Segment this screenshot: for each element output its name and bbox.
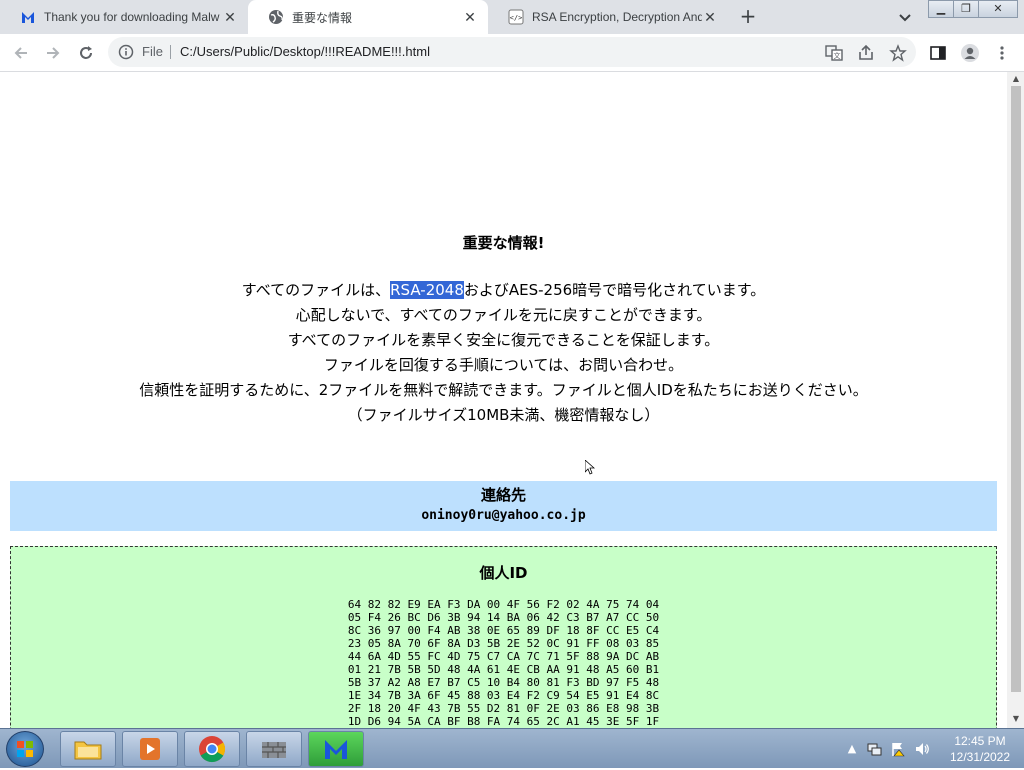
message-line: 信頼性を証明するために、2ファイルを無料で解読できます。ファイルと個人IDを私た… (139, 381, 868, 399)
reload-button[interactable] (73, 41, 99, 65)
windows-taskbar: ▲ 12:45 PM 12/31/2022 (0, 728, 1024, 768)
personal-id-hex[interactable]: 64 82 82 E9 EA F3 DA 00 4F 56 F2 02 4A 7… (11, 598, 996, 728)
forward-button[interactable] (40, 41, 66, 65)
close-icon[interactable]: ✕ (462, 9, 478, 25)
browser-toolbar: File C:/Users/Public/Desktop/!!!README!!… (0, 34, 1024, 72)
message-line: （ファイルサイズ10MB未満、機密情報なし） (347, 406, 660, 424)
taskbar-clock[interactable]: 12:45 PM 12/31/2022 (940, 733, 1020, 765)
close-icon[interactable]: ✕ (222, 9, 238, 25)
scroll-down-arrow-icon[interactable]: ▼ (1011, 714, 1021, 724)
message-line: 心配しないで、すべてのファイルを元に戻すことができます。 (295, 306, 712, 324)
message-text: およびAES-256暗号で暗号化されています。 (463, 281, 766, 299)
chrome-icon[interactable] (184, 731, 240, 767)
close-icon[interactable]: ✕ (702, 9, 718, 25)
volume-icon[interactable] (914, 741, 930, 757)
back-button[interactable] (8, 41, 34, 65)
firewall-icon[interactable] (246, 731, 302, 767)
tab-rsa-encryption[interactable]: </> RSA Encryption, Decryption And ✕ (488, 0, 728, 34)
star-icon[interactable] (888, 43, 908, 63)
clock-date: 12/31/2022 (949, 750, 1011, 764)
network-icon[interactable] (866, 741, 882, 757)
tab-label: 重要な情報 (292, 10, 353, 25)
tab-malwarebytes[interactable]: Thank you for downloading Malw ✕ (0, 0, 248, 34)
malwarebytes-icon[interactable] (308, 731, 364, 767)
file-explorer-icon[interactable] (60, 731, 116, 767)
address-bar[interactable]: File C:/Users/Public/Desktop/!!!README!!… (108, 37, 916, 67)
scrollbar-thumb[interactable] (1011, 86, 1021, 692)
selected-text: RSA-2048 (390, 281, 464, 299)
url-text[interactable]: C:/Users/Public/Desktop/!!!README!!!.htm… (180, 44, 430, 59)
show-hidden-icons-icon[interactable]: ▲ (844, 741, 860, 757)
url-scheme: File (142, 44, 163, 59)
chevron-down-icon[interactable] (896, 8, 914, 26)
start-button[interactable] (6, 731, 44, 767)
clock-time: 12:45 PM (954, 734, 1006, 748)
malwarebytes-icon (20, 9, 36, 25)
translate-icon[interactable]: 文 (824, 43, 844, 63)
side-panel-icon[interactable] (928, 43, 948, 63)
personal-id-section: 個人ID 64 82 82 E9 EA F3 DA 00 4F 56 F2 02… (10, 546, 997, 728)
message-line: すべてのファイルを素早く安全に復元できることを保証します。 (287, 331, 720, 349)
ransom-message: 重要な情報! すべてのファイルは、RSA-2048およびAES-256暗号で暗号… (0, 232, 1007, 428)
tab-label: RSA Encryption, Decryption And (532, 10, 702, 24)
mouse-cursor-icon (585, 460, 595, 475)
restore-button[interactable]: ❐ (953, 0, 979, 18)
divider (170, 45, 171, 59)
minimize-button[interactable]: ▁ (928, 0, 954, 18)
message-line: すべてのファイルは、RSA-2048およびAES-256暗号で暗号化されています… (0, 278, 1007, 303)
message-text: すべてのファイルは、 (241, 281, 391, 299)
contact-email[interactable]: oninoy0ru@yahoo.co.jp (10, 506, 997, 526)
globe-icon (268, 9, 284, 25)
tab-strip: Thank you for downloading Malw ✕ 重要な情報 ✕… (0, 0, 1024, 34)
contact-section: 連絡先 oninoy0ru@yahoo.co.jp (10, 481, 997, 531)
vertical-scrollbar[interactable]: ▲ ▼ (1007, 72, 1024, 728)
info-icon[interactable] (118, 44, 134, 60)
code-icon: </> (508, 9, 524, 25)
personal-id-heading: 個人ID (479, 564, 528, 582)
profile-icon[interactable] (960, 43, 980, 63)
tab-label: Thank you for downloading Malw (44, 10, 220, 24)
svg-text:</>: </> (510, 14, 523, 22)
system-tray: ▲ 12:45 PM 12/31/2022 (840, 729, 1024, 769)
page-viewport: 重要な情報! すべてのファイルは、RSA-2048およびAES-256暗号で暗号… (0, 72, 1007, 728)
scroll-up-arrow-icon[interactable]: ▲ (1011, 74, 1021, 84)
window-close-button[interactable]: ✕ (978, 0, 1018, 18)
share-icon[interactable] (856, 43, 876, 63)
menu-icon[interactable] (992, 43, 1012, 63)
new-tab-button[interactable]: + (736, 5, 760, 29)
media-player-icon[interactable] (122, 731, 178, 767)
contact-heading: 連絡先 (480, 486, 526, 504)
action-center-warning-icon[interactable] (890, 741, 906, 757)
tab-important-info[interactable]: 重要な情報 ✕ (248, 0, 488, 34)
page-title: 重要な情報! (462, 234, 545, 252)
svg-text:文: 文 (834, 51, 841, 60)
message-line: ファイルを回復する手順については、お問い合わせ。 (323, 356, 684, 374)
